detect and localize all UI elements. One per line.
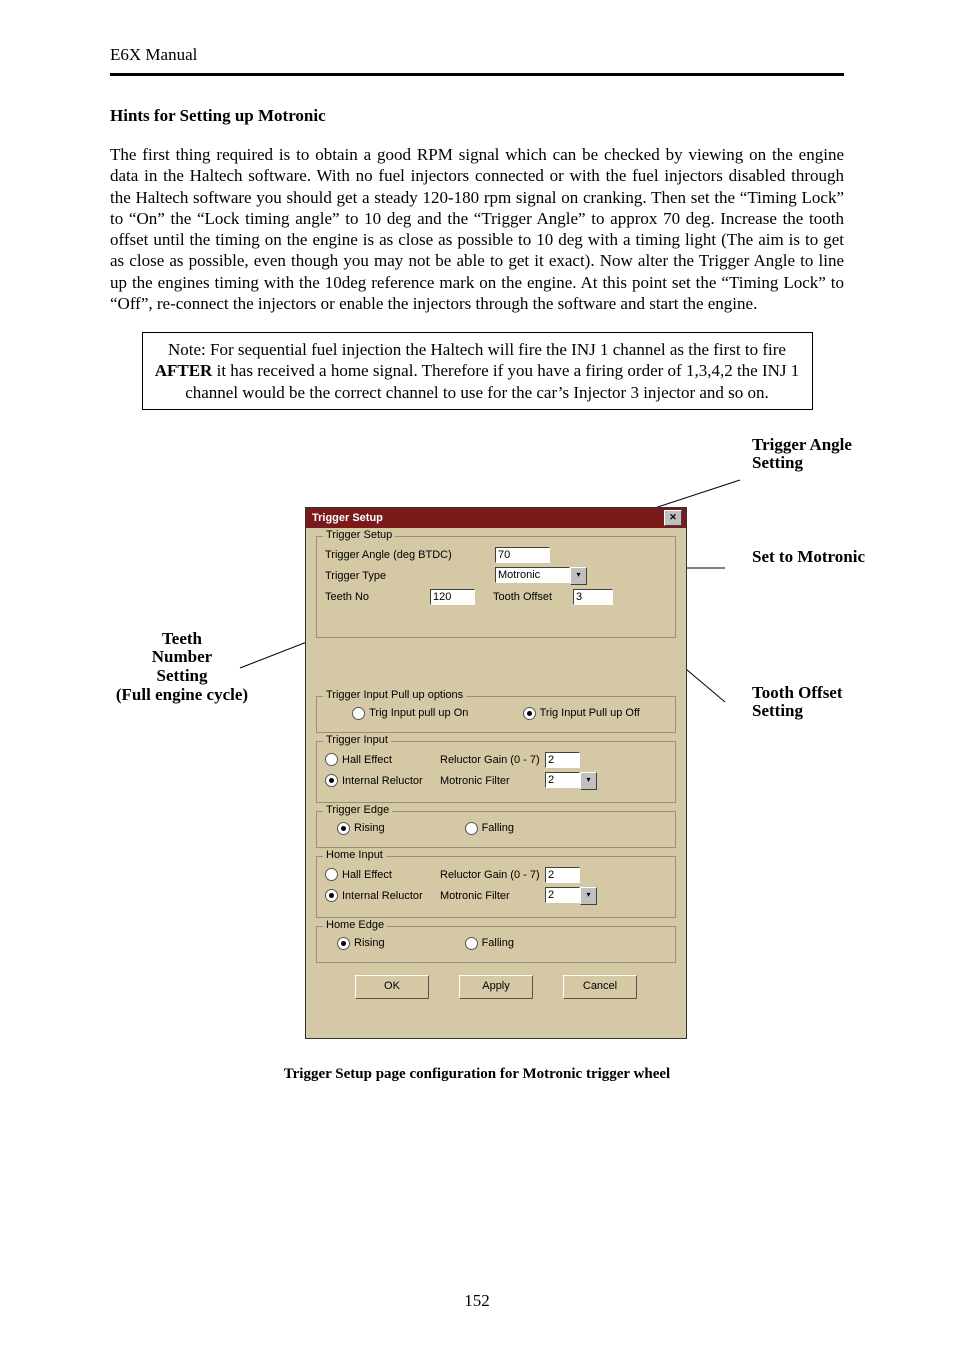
radio-icon — [325, 889, 338, 902]
group-legend: Trigger Input — [323, 734, 391, 746]
radio-home-reluctor[interactable]: Internal Reluctor — [325, 889, 440, 902]
trigger-angle-input[interactable] — [495, 547, 550, 563]
group-legend: Trigger Setup — [323, 529, 395, 541]
trigger-angle-label: Trigger Angle (deg BTDC) — [325, 549, 495, 561]
radio-label: Falling — [482, 822, 514, 834]
page-number: 152 — [0, 1291, 954, 1311]
ok-button[interactable]: OK — [355, 975, 429, 999]
radio-trigger-rising[interactable]: Rising — [337, 822, 385, 835]
note-text-prefix: Note: For sequential fuel injection the … — [168, 340, 786, 359]
header-rule — [110, 73, 844, 76]
note-text-suffix: it has received a home signal. Therefore… — [185, 361, 799, 401]
group-pullup: Trigger Input Pull up options Trig Input… — [316, 696, 676, 733]
home-filter-label: Motronic Filter — [440, 890, 545, 902]
callout-line: Number — [82, 648, 282, 667]
close-icon[interactable]: ✕ — [664, 510, 682, 526]
tooth-offset-label: Tooth Offset — [493, 591, 573, 603]
figure-caption: Trigger Setup page configuration for Mot… — [110, 1066, 844, 1083]
radio-trigger-hall[interactable]: Hall Effect — [325, 753, 440, 766]
radio-label: Hall Effect — [342, 754, 392, 766]
radio-icon — [325, 753, 338, 766]
group-trigger-setup: Trigger Setup Trigger Angle (deg BTDC) T… — [316, 536, 676, 638]
trigger-filter-select[interactable]: ▾ — [545, 772, 597, 790]
radio-icon — [523, 707, 536, 720]
group-home-input: Home Input Hall Effect Reluctor Gain (0 … — [316, 856, 676, 918]
teeth-no-input[interactable] — [430, 589, 475, 605]
callout-set-motronic: Set to Motronic — [752, 548, 892, 567]
group-legend: Trigger Edge — [323, 804, 392, 816]
home-filter-select[interactable]: ▾ — [545, 887, 597, 905]
radio-icon — [337, 937, 350, 950]
radio-home-falling[interactable]: Falling — [465, 937, 514, 950]
dialog-title: Trigger Setup — [312, 512, 383, 524]
trigger-type-select[interactable]: ▾ — [495, 567, 587, 585]
note-bold: AFTER — [155, 361, 213, 380]
trigger-filter-label: Motronic Filter — [440, 775, 545, 787]
radio-home-hall[interactable]: Hall Effect — [325, 868, 440, 881]
radio-label: Trig Input pull up On — [369, 707, 468, 719]
callout-trigger-angle: Trigger Angle Setting — [752, 436, 892, 473]
section-title: Hints for Setting up Motronic — [110, 106, 844, 126]
radio-label: Falling — [482, 937, 514, 949]
teeth-no-label: Teeth No — [325, 591, 430, 603]
chevron-down-icon[interactable]: ▾ — [580, 772, 597, 790]
home-gain-label: Reluctor Gain (0 - 7) — [440, 869, 545, 881]
radio-icon — [465, 822, 478, 835]
callout-teeth-number: Teeth Number Setting (Full engine cycle) — [82, 630, 282, 705]
radio-label: Rising — [354, 937, 385, 949]
trigger-gain-label: Reluctor Gain (0 - 7) — [440, 754, 545, 766]
trigger-type-label: Trigger Type — [325, 570, 495, 582]
radio-icon — [325, 774, 338, 787]
home-gain-input[interactable] — [545, 867, 580, 883]
radio-trigger-reluctor[interactable]: Internal Reluctor — [325, 774, 440, 787]
group-home-edge: Home Edge Rising Falling — [316, 926, 676, 963]
radio-label: Internal Reluctor — [342, 890, 423, 902]
radio-label: Rising — [354, 822, 385, 834]
group-trigger-input: Trigger Input Hall Effect Reluctor Gain … — [316, 741, 676, 803]
radio-label: Trig Input Pull up Off — [540, 707, 640, 719]
body-paragraph: The first thing required is to obtain a … — [110, 144, 844, 314]
apply-button[interactable]: Apply — [459, 975, 533, 999]
radio-pullup-on[interactable]: Trig Input pull up On — [352, 707, 468, 720]
radio-label: Hall Effect — [342, 869, 392, 881]
radio-label: Internal Reluctor — [342, 775, 423, 787]
group-legend: Home Input — [323, 849, 386, 861]
callout-tooth-offset: Tooth Offset Setting — [752, 684, 892, 721]
radio-icon — [325, 868, 338, 881]
radio-pullup-off[interactable]: Trig Input Pull up Off — [523, 707, 640, 720]
group-trigger-edge: Trigger Edge Rising Falling — [316, 811, 676, 848]
radio-home-rising[interactable]: Rising — [337, 937, 385, 950]
radio-icon — [337, 822, 350, 835]
chevron-down-icon[interactable]: ▾ — [580, 887, 597, 905]
trigger-setup-dialog: Trigger Setup ✕ Trigger Setup Trigger An… — [305, 507, 687, 1039]
trigger-filter-value[interactable] — [545, 772, 580, 788]
trigger-gain-input[interactable] — [545, 752, 580, 768]
trigger-type-value[interactable] — [495, 567, 570, 583]
tooth-offset-input[interactable] — [573, 589, 613, 605]
page-header: E6X Manual — [110, 45, 844, 65]
radio-trigger-falling[interactable]: Falling — [465, 822, 514, 835]
callout-line: Teeth — [82, 630, 282, 649]
group-legend: Trigger Input Pull up options — [323, 689, 466, 701]
cancel-button[interactable]: Cancel — [563, 975, 637, 999]
radio-icon — [352, 707, 365, 720]
home-filter-value[interactable] — [545, 887, 580, 903]
chevron-down-icon[interactable]: ▾ — [570, 567, 587, 585]
callout-line: Setting — [82, 667, 282, 686]
dialog-titlebar[interactable]: Trigger Setup ✕ — [306, 508, 686, 528]
figure: Trigger Angle Setting Set to Motronic To… — [110, 450, 844, 1060]
radio-icon — [465, 937, 478, 950]
callout-line: (Full engine cycle) — [82, 686, 282, 705]
group-legend: Home Edge — [323, 919, 387, 931]
note-box: Note: For sequential fuel injection the … — [142, 332, 813, 410]
